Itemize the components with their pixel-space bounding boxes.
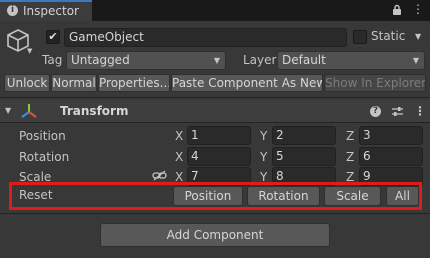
- kebab-menu-icon[interactable]: ⋮: [414, 104, 426, 118]
- axis-x-label[interactable]: X: [175, 129, 183, 143]
- static-label: Static: [371, 29, 406, 43]
- divider: [0, 213, 430, 214]
- transform-gizmo-icon: [21, 104, 37, 118]
- properties-button[interactable]: Properties...: [98, 74, 170, 92]
- normal-button[interactable]: Normal: [51, 74, 97, 92]
- link-icon[interactable]: [152, 170, 167, 181]
- axis-y-label[interactable]: Y: [260, 150, 267, 164]
- chevron-down-icon: ▼: [412, 56, 419, 65]
- static-dropdown-arrow[interactable]: ▼: [415, 32, 421, 41]
- layer-dropdown[interactable]: Default ▼: [277, 51, 425, 70]
- active-checkbox[interactable]: ✔: [46, 30, 60, 44]
- info-icon: i: [7, 5, 18, 16]
- axis-z-label[interactable]: Z: [346, 150, 354, 164]
- unlock-button[interactable]: Unlock: [4, 74, 50, 92]
- fold-arrow-icon[interactable]: ▼: [5, 106, 11, 115]
- layer-value: Default: [282, 53, 326, 67]
- tab-bar: i Inspector ⋮: [0, 0, 430, 21]
- chevron-down-icon: ▼: [213, 56, 220, 65]
- static-checkbox[interactable]: [353, 30, 367, 44]
- position-y-field[interactable]: 2: [272, 126, 336, 145]
- rotation-x-field[interactable]: 4: [187, 147, 251, 166]
- tab-inspector-label: Inspector: [23, 4, 79, 18]
- axis-y-label[interactable]: Y: [260, 129, 267, 143]
- position-x-field[interactable]: 1: [187, 126, 251, 145]
- rotation-z-field[interactable]: 6: [359, 147, 423, 166]
- kebab-menu-icon[interactable]: ⋮: [412, 3, 424, 15]
- rotation-label: Rotation: [19, 150, 70, 164]
- divider: [0, 97, 430, 98]
- axis-z-label[interactable]: Z: [346, 129, 354, 143]
- layer-label: Layer: [243, 53, 277, 67]
- object-name-field[interactable]: GameObject: [64, 28, 347, 47]
- rotation-y-field[interactable]: 5: [272, 147, 336, 166]
- position-label: Position: [19, 129, 66, 143]
- tag-label: Tag: [42, 53, 63, 67]
- preset-icon[interactable]: [391, 105, 404, 118]
- tag-value: Untagged: [71, 53, 130, 67]
- divider: [0, 122, 430, 123]
- help-icon[interactable]: ?: [370, 106, 381, 117]
- tag-dropdown[interactable]: Untagged ▼: [66, 51, 226, 70]
- axis-x-label[interactable]: X: [175, 150, 183, 164]
- lock-icon[interactable]: [392, 4, 402, 16]
- show-in-explorer-button[interactable]: Show In Explorer: [324, 74, 426, 92]
- icon-dropdown-arrow[interactable]: ▼: [27, 47, 32, 55]
- position-z-field[interactable]: 3: [359, 126, 423, 145]
- highlight-box: [9, 182, 422, 210]
- tab-inspector[interactable]: i Inspector: [0, 0, 92, 21]
- paste-component-button[interactable]: Paste Component As New: [171, 74, 323, 92]
- component-title: Transform: [60, 104, 129, 118]
- add-component-button[interactable]: Add Component: [100, 223, 330, 247]
